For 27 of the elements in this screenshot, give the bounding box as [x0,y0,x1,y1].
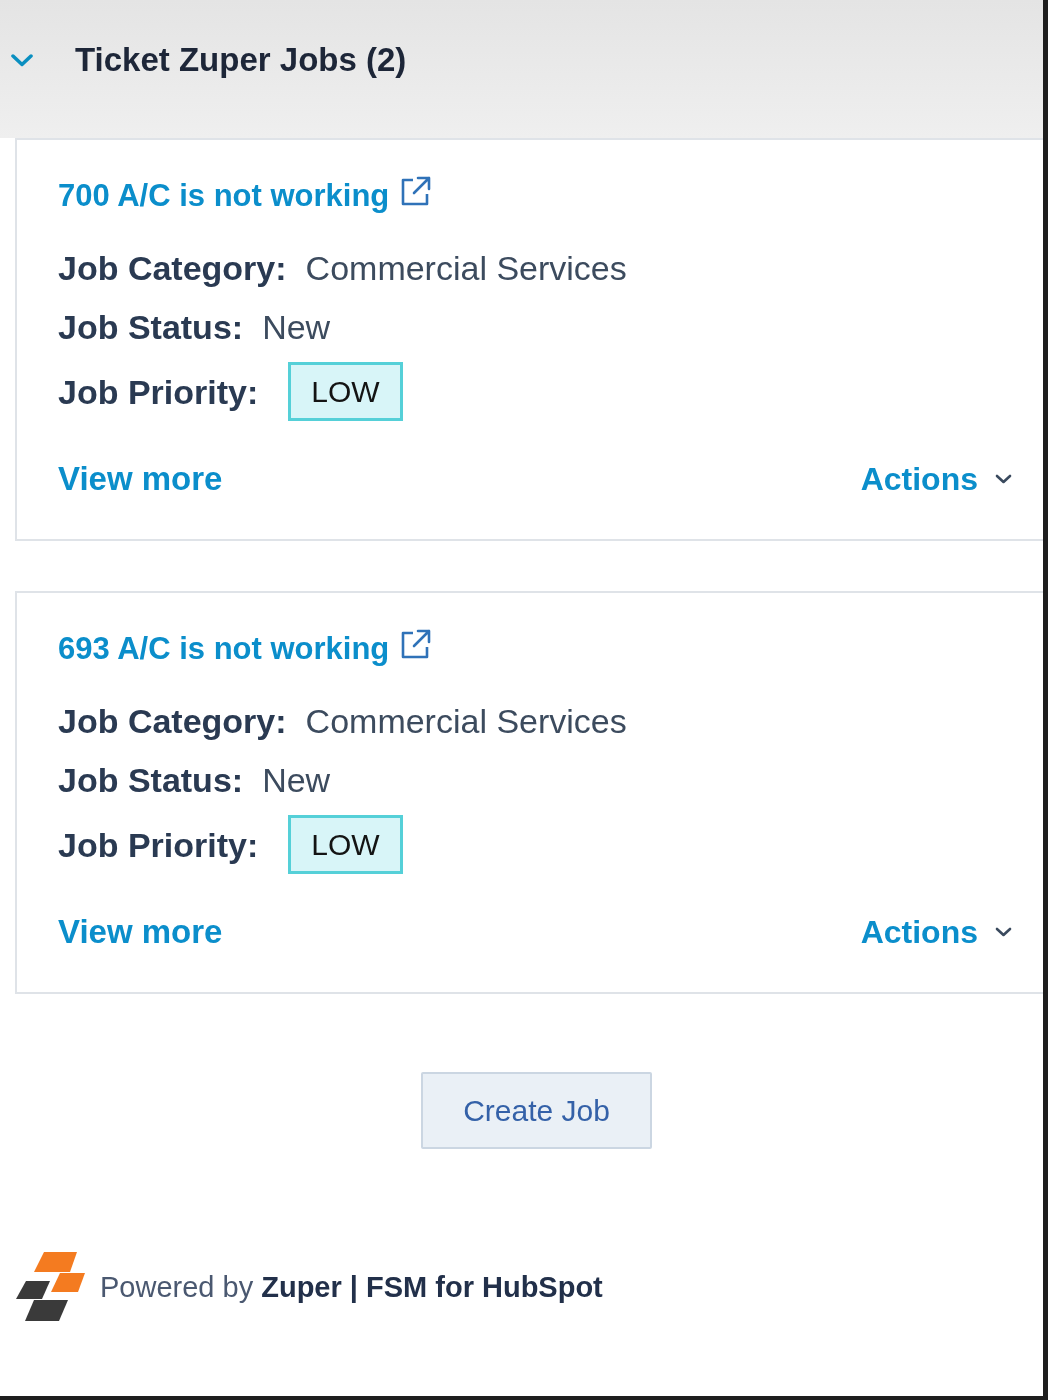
field-label: Job Status: [58,307,244,348]
field-label: Job Category: [58,248,287,289]
chevron-icon[interactable] [11,53,33,67]
field-label: Job Status: [58,760,244,801]
view-more-link[interactable]: View more [58,457,223,501]
caret-icon [995,474,1012,484]
field-value: Commercial Services [305,701,627,742]
external-link-icon [399,629,432,661]
view-more-link[interactable]: View more [58,910,223,954]
job-title-link[interactable]: 700 A/C is not working [58,176,432,216]
actions-dropdown[interactable]: Actions [860,457,1012,501]
section-title: Ticket Zuper Jobs (2) [75,40,407,80]
create-job-button[interactable]: Create Job [421,1072,652,1149]
priority-badge: LOW [288,362,403,421]
job-title-link[interactable]: 693 A/C is not working [58,629,432,669]
caret-icon [995,927,1012,937]
footer-text: Powered by Zuper | FSM for HubSpot [100,1269,603,1305]
field-value: New [262,307,331,348]
field-label: Job Priority: [58,824,259,866]
field-label: Job Category: [58,701,287,742]
actions-dropdown[interactable]: Actions [860,910,1012,954]
external-link-icon [399,176,432,208]
field-label: Job Priority: [58,371,259,413]
field-value: New [262,760,331,801]
field-value: Commercial Services [305,248,627,289]
priority-badge: LOW [288,815,403,874]
logo-icon [16,1251,86,1322]
